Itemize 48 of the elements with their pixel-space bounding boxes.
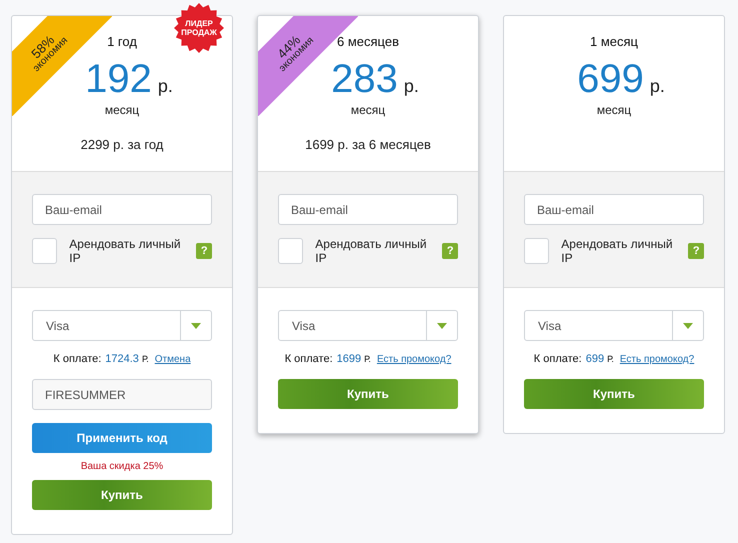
promo-link[interactable]: Есть промокод? <box>620 354 694 365</box>
discount-message: Ваша скидка 25% <box>80 461 164 472</box>
currency: р. <box>650 76 665 97</box>
price-period: месяц <box>350 103 386 117</box>
checkbox-label: Арендовать личный IP <box>315 237 428 265</box>
plan-title: 1 месяц <box>590 34 638 49</box>
total-price: 2299 р. за год <box>80 137 164 152</box>
currency: р. <box>158 76 173 97</box>
checkbox-label: Арендовать личный IP <box>561 237 674 265</box>
caret-icon <box>437 322 447 328</box>
buy-button[interactable]: Купить <box>278 379 458 409</box>
plan-title: 1 год <box>107 34 137 49</box>
plan-title: 6 месяцев <box>337 34 399 49</box>
checkbox-label: Арендовать личный IP <box>69 237 182 265</box>
buy-button[interactable]: Купить <box>32 480 212 510</box>
currency: р. <box>404 76 419 97</box>
price: 192 <box>85 59 152 99</box>
bestseller-badge: ЛИДЕР ПРОДАЖ <box>174 3 224 53</box>
payment-select[interactable]: Visa <box>278 310 458 341</box>
email-field[interactable]: Ваш-email <box>278 194 458 225</box>
price: 699 <box>577 59 644 99</box>
promo-code-field[interactable]: FIRESUMMER <box>32 379 212 410</box>
payment-label: К оплате: <box>534 353 582 365</box>
apply-code-button[interactable]: Применить код <box>32 423 212 453</box>
payment-amount: 1699 <box>336 353 362 365</box>
payment-label: К оплате: <box>53 353 102 365</box>
payment-amount: 1724.3 <box>105 353 139 365</box>
promo-link[interactable]: Есть промокод? <box>376 354 452 365</box>
currency: Р. <box>142 354 149 364</box>
price-period: месяц <box>104 103 140 117</box>
price-period: месяц <box>596 103 632 117</box>
payment-select[interactable]: Visa <box>524 310 704 341</box>
promo-link[interactable]: Отмена <box>154 354 191 365</box>
total-price: 1699 р. за 6 месяцев <box>305 137 431 152</box>
currency: Р. <box>364 354 371 364</box>
caret-icon <box>191 322 201 328</box>
currency: Р. <box>607 354 614 364</box>
price: 283 <box>331 59 398 99</box>
checkbox[interactable] <box>32 238 58 264</box>
payment-select[interactable]: Visa <box>32 310 212 341</box>
checkbox[interactable] <box>278 238 304 264</box>
buy-button[interactable]: Купить <box>524 379 704 409</box>
email-field[interactable]: Ваш-email <box>32 194 212 225</box>
payment-amount: 699 <box>586 353 604 365</box>
caret-icon <box>683 322 693 328</box>
checkbox[interactable] <box>524 238 550 264</box>
email-field[interactable]: Ваш-email <box>524 194 704 225</box>
payment-label: К оплате: <box>284 353 333 365</box>
